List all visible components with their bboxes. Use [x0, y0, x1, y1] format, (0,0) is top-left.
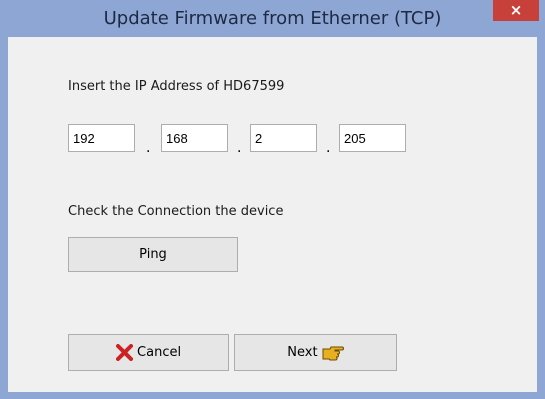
next-button[interactable]: Next [234, 334, 397, 371]
ip-separator: . [326, 140, 331, 156]
cancel-button-label: Cancel [137, 345, 182, 360]
dialog-body: Insert the IP Address of HD67599 . . . C… [8, 37, 537, 392]
cancel-button[interactable]: Cancel [68, 334, 229, 371]
ip-octet-1[interactable] [68, 124, 135, 152]
dialog-window: Update Firmware from Etherner (TCP) × In… [0, 0, 545, 399]
connection-label: Check the Connection the device [68, 204, 284, 219]
next-button-label: Next [287, 345, 318, 360]
ip-octet-4[interactable] [339, 124, 406, 152]
ip-separator: . [237, 140, 242, 156]
ping-button[interactable]: Ping [68, 237, 238, 272]
ip-octet-2[interactable] [161, 124, 228, 152]
red-x-icon [115, 344, 137, 361]
ping-button-label: Ping [139, 247, 167, 262]
ip-separator: . [146, 140, 151, 156]
window-title: Update Firmware from Etherner (TCP) [103, 8, 442, 29]
title-bar[interactable]: Update Firmware from Etherner (TCP) × [0, 0, 545, 37]
close-icon: × [509, 1, 523, 19]
ip-octet-3[interactable] [250, 124, 317, 152]
pointing-hand-icon [322, 345, 344, 360]
close-button[interactable]: × [493, 0, 539, 21]
ip-address-label: Insert the IP Address of HD67599 [68, 79, 285, 94]
